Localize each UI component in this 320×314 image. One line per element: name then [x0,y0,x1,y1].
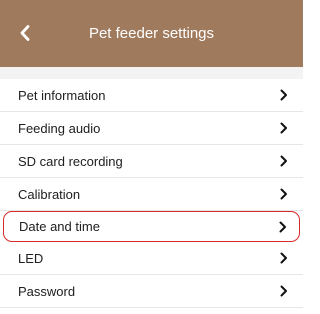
settings-item-label: Calibration [18,186,81,202]
settings-item-feeding-audio[interactable]: Feeding audio [0,112,303,145]
back-button[interactable] [14,22,36,44]
settings-item-label: Pet information [18,87,106,103]
settings-item-label: Feeding audio [18,120,101,136]
settings-item-label: Password [18,283,76,299]
chevron-right-icon [279,122,289,134]
settings-item-led[interactable]: LED [0,242,303,275]
chevron-right-icon [279,89,289,101]
chevron-right-icon [278,221,288,233]
chevron-right-icon [279,188,289,200]
settings-item-date-and-time[interactable]: Date and time [3,211,300,242]
page-title: Pet feeder settings [88,25,215,42]
chevron-right-icon [279,285,289,297]
chevron-left-icon [20,25,30,41]
chevron-right-icon [279,155,289,167]
chevron-right-icon [279,252,289,264]
settings-item-sd-card-recording[interactable]: SD card recording [0,145,303,178]
settings-item-label: SD card recording [18,153,123,169]
app-header: Pet feeder settings [0,0,303,67]
settings-item-label: LED [18,250,44,266]
settings-item-calibration[interactable]: Calibration [0,178,303,211]
settings-item-password[interactable]: Password [0,275,303,308]
section-spacer [0,67,303,79]
settings-item-label: Date and time [19,219,100,234]
settings-item-pet-information[interactable]: Pet information [0,79,303,112]
settings-list: Pet information Feeding audio SD card re… [0,79,303,308]
